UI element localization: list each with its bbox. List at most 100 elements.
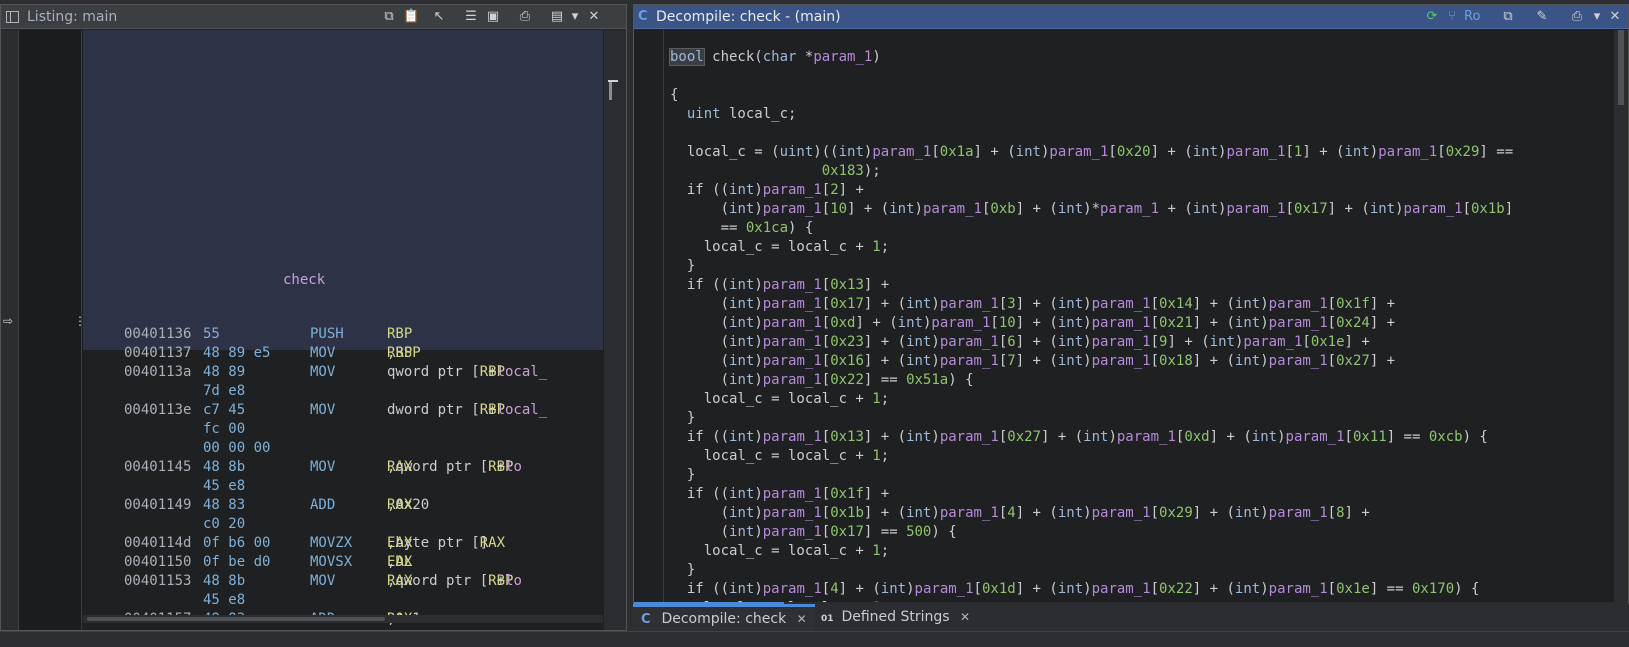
code-line[interactable]: 18 (int)param_1[0x16] + (int)param_1[7] …: [664, 353, 1614, 372]
bytes-cell: 48 89 e5: [203, 345, 271, 361]
operands-cell: dword ptr [RBP + local_: [387, 402, 548, 418]
code-line[interactable]: 5 uint local_c;: [664, 106, 1614, 125]
code-line[interactable]: 4{: [664, 87, 1614, 106]
code-line[interactable]: 12 local_c = local_c + 1;: [664, 239, 1614, 258]
listing-row[interactable]: 7d e8: [83, 383, 603, 402]
code-line[interactable]: 11 == 0x1ca) {: [664, 220, 1614, 239]
listing-vscroll-thumb[interactable]: [609, 82, 612, 100]
refresh-icon[interactable]: ⟳: [1424, 9, 1440, 25]
operands-cell: RAX ,qword ptr [RBP + lo: [387, 459, 522, 475]
listing-hscroll-thumb[interactable]: [87, 617, 385, 621]
code-line[interactable]: 27 (int)param_1[0x17] == 500) {: [664, 524, 1614, 543]
copy-icon[interactable]: ⧉: [381, 9, 397, 25]
code-line[interactable]: 28 local_c = local_c + 1;: [664, 543, 1614, 562]
ro-label[interactable]: Ro: [1464, 9, 1480, 24]
code-line[interactable]: 17 (int)param_1[0x23] + (int)param_1[6] …: [664, 334, 1614, 353]
paste-icon[interactable]: 📋: [403, 9, 419, 25]
bytes-cell: 45 e8: [203, 592, 246, 608]
code-line[interactable]: 23 local_c = local_c + 1;: [664, 448, 1614, 467]
listing-row[interactable]: 0040113a 48 89 MOV qword ptr [RBP + local_: [83, 364, 603, 383]
function-label[interactable]: check: [283, 272, 325, 288]
snapshot-icon[interactable]: ⎙: [517, 9, 533, 25]
code-line[interactable]: 16 (int)param_1[0xd] + (int)param_1[10] …: [664, 315, 1614, 334]
chevron-down-icon[interactable]: ▾: [567, 9, 583, 25]
snapshot-icon[interactable]: ⎙: [1569, 9, 1585, 25]
code-line[interactable]: 26 (int)param_1[0x1b] + (int)param_1[4] …: [664, 505, 1614, 524]
listing-row[interactable]: 00401145 48 8b MOV RAX ,qword ptr [RBP + lo: [83, 459, 603, 478]
tab-decompile-check[interactable]: C Decompile: check ✕: [633, 604, 815, 631]
listing-row[interactable]: 00 00 00: [83, 440, 603, 459]
listing-row[interactable]: 00401137 48 89 e5 MOV RBP, RSP: [83, 345, 603, 364]
code-line[interactable]: 24 }: [664, 467, 1614, 486]
decompile-code[interactable]: 12bool check(char *param_1)34{5 uint loc…: [664, 30, 1614, 604]
close-icon[interactable]: ✕: [586, 9, 602, 25]
decompile-panel: C Decompile: check - (main) ⟳ ⑂ Ro ⧉ ✎ ⎙…: [633, 4, 1629, 605]
code-line[interactable]: 8 0x183);: [664, 163, 1614, 182]
cursor-icon[interactable]: ↖: [431, 9, 447, 25]
listing-row[interactable]: 45 e8: [83, 592, 603, 611]
code-line[interactable]: 25 if ((int)param_1[0x1f] +: [664, 486, 1614, 505]
code-line[interactable]: 13 }: [664, 258, 1614, 277]
decompile-vscrollbar[interactable]: [1614, 30, 1628, 604]
code-line[interactable]: 1: [664, 30, 1614, 49]
code-line[interactable]: 3: [664, 68, 1614, 87]
code-text: local_c = local_c + 1;: [670, 448, 890, 464]
listing-row[interactable]: 00401149 48 83 ADD RAX ,0x20: [83, 497, 603, 516]
listing-vscrollbar[interactable]: [604, 30, 626, 630]
edit-icon[interactable]: ✎: [1534, 9, 1550, 25]
expand-arrow-icon[interactable]: ⇨: [3, 314, 13, 328]
listing-row[interactable]: c0 20: [83, 516, 603, 535]
code-text: if ((int)param_1[0x13] + (int)param_1[0x…: [670, 429, 1488, 445]
listing-row[interactable]: 0040113e c7 45 MOV dword ptr [RBP + local_: [83, 402, 603, 421]
code-line[interactable]: 7 local_c = (uint)((int)param_1[0x1a] + …: [664, 144, 1614, 163]
code-line[interactable]: 9 if ((int)param_1[2] +: [664, 182, 1614, 201]
graph-icon[interactable]: ⑂: [1444, 9, 1460, 25]
decompile-title: Decompile: check - (main): [656, 9, 841, 25]
listing-row[interactable]: fc 00: [83, 421, 603, 440]
code-line[interactable]: 15 (int)param_1[0x17] + (int)param_1[3] …: [664, 296, 1614, 315]
listing-row[interactable]: 00401136 55 PUSH RBP: [83, 326, 603, 345]
mnemonic-cell: PUSH: [310, 326, 344, 342]
code-line[interactable]: 29 }: [664, 562, 1614, 581]
listing-row[interactable]: 00401150 0f be d0 MOVSX EDX, AL: [83, 554, 603, 573]
operands-cell: RBP, RSP: [387, 345, 421, 361]
listing-row[interactable]: 45 e8: [83, 478, 603, 497]
code-line[interactable]: 30 if ((int)param_1[4] + (int)param_1[0x…: [664, 581, 1614, 600]
code-text: (int)param_1[0x1b] + (int)param_1[4] + (…: [670, 505, 1370, 521]
close-tab-icon[interactable]: ✕: [960, 610, 970, 624]
listing-row[interactable]: 00401153 48 8b MOV RAX ,qword ptr [RBP + lo: [83, 573, 603, 592]
code-line[interactable]: 10 (int)param_1[10] + (int)param_1[0xb] …: [664, 201, 1614, 220]
code-line[interactable]: 19 (int)param_1[0x22] == 0x51a) {: [664, 372, 1614, 391]
tab-defined-strings[interactable]: 01 Defined Strings ✕: [813, 604, 978, 631]
code-text: bool check(char *param_1): [669, 48, 881, 66]
bytes-cell: c7 45: [203, 402, 246, 418]
code-text: 0x183);: [821, 163, 881, 179]
code-line[interactable]: 14 if ((int)param_1[0x13] +: [664, 277, 1614, 296]
bytes-cell: fc 00: [203, 421, 246, 437]
copy-icon[interactable]: ⧉: [1500, 9, 1516, 25]
bytes-cell: 0f be d0: [203, 554, 271, 570]
decompile-vscroll-thumb[interactable]: [1618, 30, 1624, 105]
operands-cell: EAX ,byte ptr [RAX]: [387, 535, 506, 551]
address-cell: 00401145: [124, 459, 192, 475]
listing-rows: 00401136 55 PUSH RBP 00401137 48 89 e5 MOV RBP,…: [83, 326, 603, 630]
code-line[interactable]: 22 if ((int)param_1[0x13] + (int)param_1…: [664, 429, 1614, 448]
menu-icon[interactable]: ▤: [549, 9, 565, 25]
code-line[interactable]: 20 local_c = local_c + 1;: [664, 391, 1614, 410]
diff-icon[interactable]: ▣: [485, 9, 501, 25]
code-text: if ((int)param_1[0x1f] +: [670, 486, 890, 502]
code-text: == 0x1ca) {: [670, 220, 814, 236]
listing-content[interactable]: check 00401136 55 PUSH RBP 00401137 48 89 e5 M…: [83, 30, 603, 630]
code-line[interactable]: 6: [664, 125, 1614, 144]
mnemonic-cell: MOV: [310, 364, 336, 380]
code-line[interactable]: 2bool check(char *param_1): [664, 48, 1614, 68]
decompile-icon: C: [638, 9, 648, 24]
listing-hscrollbar[interactable]: [83, 615, 603, 623]
code-line[interactable]: 21 }: [664, 410, 1614, 429]
field-layout-icon[interactable]: ☰: [463, 9, 479, 25]
chevron-down-icon[interactable]: ▾: [1589, 9, 1605, 25]
close-icon[interactable]: ✕: [1607, 9, 1623, 25]
bytes-cell: 00 00 00: [203, 440, 271, 456]
close-tab-icon[interactable]: ✕: [797, 612, 807, 626]
listing-row[interactable]: 0040114d 0f b6 00 MOVZX EAX ,byte ptr [RAX]: [83, 535, 603, 554]
